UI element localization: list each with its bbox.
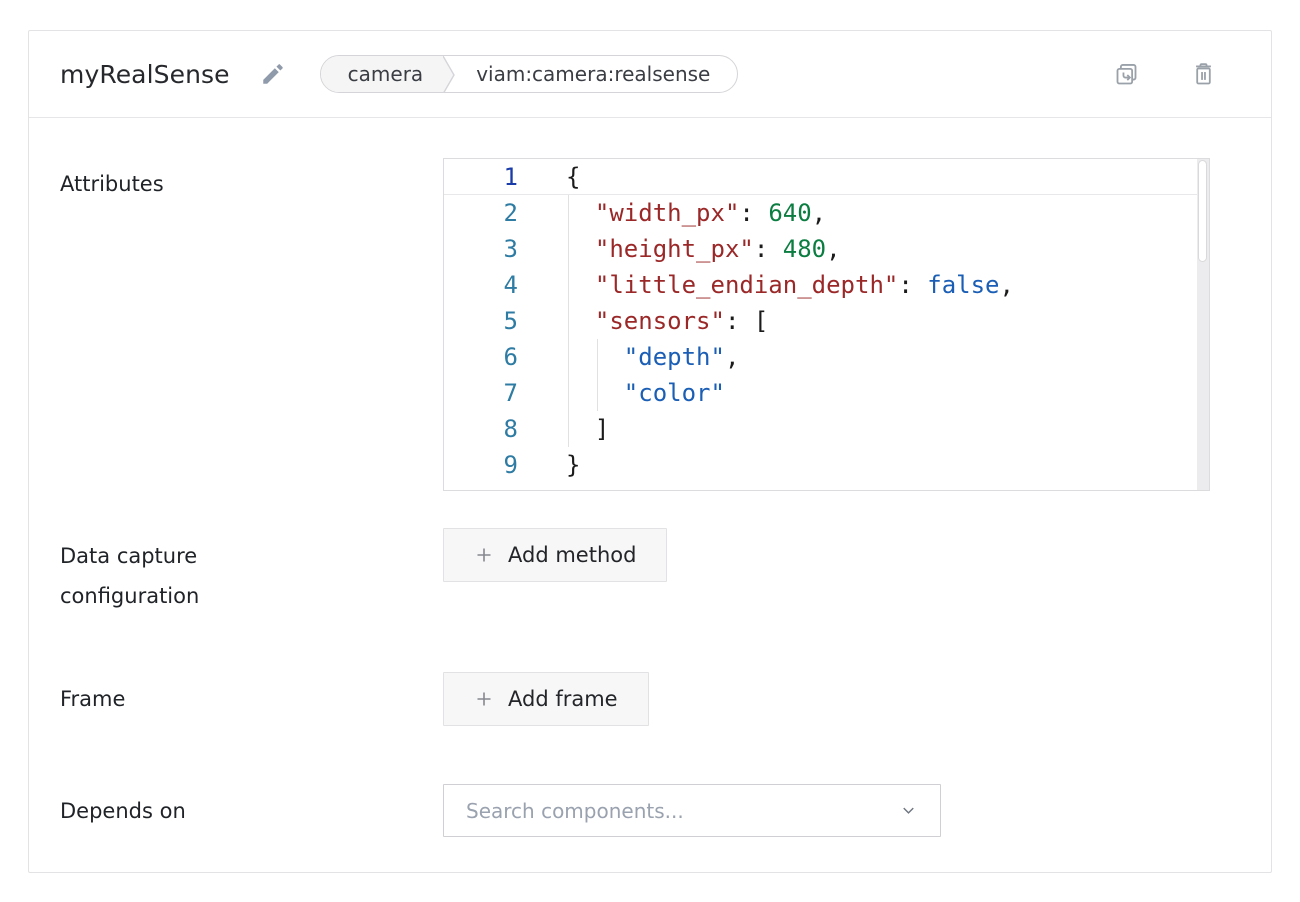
data-capture-label: Data capture configuration [60, 528, 320, 616]
depends-on-select[interactable]: Search components... [443, 784, 941, 837]
line-number: 9 [444, 447, 518, 483]
line-number: 1 [444, 159, 518, 195]
indent-guide [568, 195, 569, 447]
chip-model: viam:camera:realsense [458, 56, 737, 92]
component-body: Attributes 1{2 "width_px": 640,3 "height… [29, 118, 1271, 873]
line-number: 2 [444, 195, 518, 231]
line-number: 6 [444, 339, 518, 375]
editor-scrollbar-thumb[interactable] [1198, 160, 1207, 262]
line-number: 3 [444, 231, 518, 267]
duplicate-button[interactable] [1113, 61, 1140, 88]
add-method-label: Add method [508, 543, 636, 567]
line-number: 4 [444, 267, 518, 303]
duplicate-icon [1113, 61, 1140, 88]
add-frame-label: Add frame [508, 687, 618, 711]
delete-button[interactable] [1190, 61, 1217, 88]
editor-scrollbar[interactable] [1197, 159, 1209, 490]
component-header: myRealSense camera viam:camera:realsense [29, 31, 1271, 118]
component-name: myRealSense [60, 60, 230, 89]
code-line-8[interactable]: 8 ] [444, 411, 1209, 447]
depends-on-row: Depends on Search components... [60, 784, 1240, 837]
code-line-7[interactable]: 7 "color" [444, 375, 1209, 411]
data-capture-row: Data capture configuration Add method [60, 528, 1240, 616]
code-line-1[interactable]: 1{ [444, 159, 1209, 195]
code-line-content: "color" [518, 375, 725, 411]
code-line-content: "sensors": [ [518, 303, 768, 339]
trash-icon [1190, 61, 1217, 88]
indent-guide [597, 339, 598, 411]
code-line-content: "height_px": 480, [518, 231, 841, 267]
code-line-content: } [518, 447, 580, 483]
plus-icon [474, 545, 494, 565]
code-line-9[interactable]: 9} [444, 447, 1209, 483]
code-line-4[interactable]: 4 "little_endian_depth": false, [444, 267, 1209, 303]
code-line-content: "depth", [518, 339, 739, 375]
frame-label: Frame [60, 687, 320, 711]
chip-category: camera [321, 56, 444, 92]
code-line-3[interactable]: 3 "height_px": 480, [444, 231, 1209, 267]
add-frame-button[interactable]: Add frame [443, 672, 649, 726]
chevron-down-icon [899, 801, 918, 820]
depends-on-placeholder: Search components... [466, 799, 899, 823]
chevron-right-icon [443, 56, 458, 93]
attributes-row: Attributes 1{2 "width_px": 640,3 "height… [60, 158, 1240, 491]
code-line-content: "little_endian_depth": false, [518, 267, 1014, 303]
plus-icon [474, 689, 494, 709]
code-line-content: { [518, 159, 580, 195]
depends-on-label: Depends on [60, 799, 320, 823]
code-line-6[interactable]: 6 "depth", [444, 339, 1209, 375]
header-actions [1113, 61, 1217, 88]
code-line-content: "width_px": 640, [518, 195, 826, 231]
line-number: 8 [444, 411, 518, 447]
frame-row: Frame Add frame [60, 672, 1240, 726]
code-line-2[interactable]: 2 "width_px": 640, [444, 195, 1209, 231]
attributes-label: Attributes [60, 158, 320, 491]
attributes-json-editor[interactable]: 1{2 "width_px": 640,3 "height_px": 480,4… [443, 158, 1210, 491]
component-card: myRealSense camera viam:camera:realsense [28, 30, 1272, 873]
line-number: 7 [444, 375, 518, 411]
line-number: 5 [444, 303, 518, 339]
add-method-button[interactable]: Add method [443, 528, 667, 582]
code-line-content: ] [518, 411, 609, 447]
pencil-icon [260, 61, 286, 87]
editor-lines: 1{2 "width_px": 640,3 "height_px": 480,4… [444, 159, 1209, 483]
component-type-chip: camera viam:camera:realsense [320, 55, 739, 93]
code-line-5[interactable]: 5 "sensors": [ [444, 303, 1209, 339]
rename-button[interactable] [260, 61, 286, 87]
